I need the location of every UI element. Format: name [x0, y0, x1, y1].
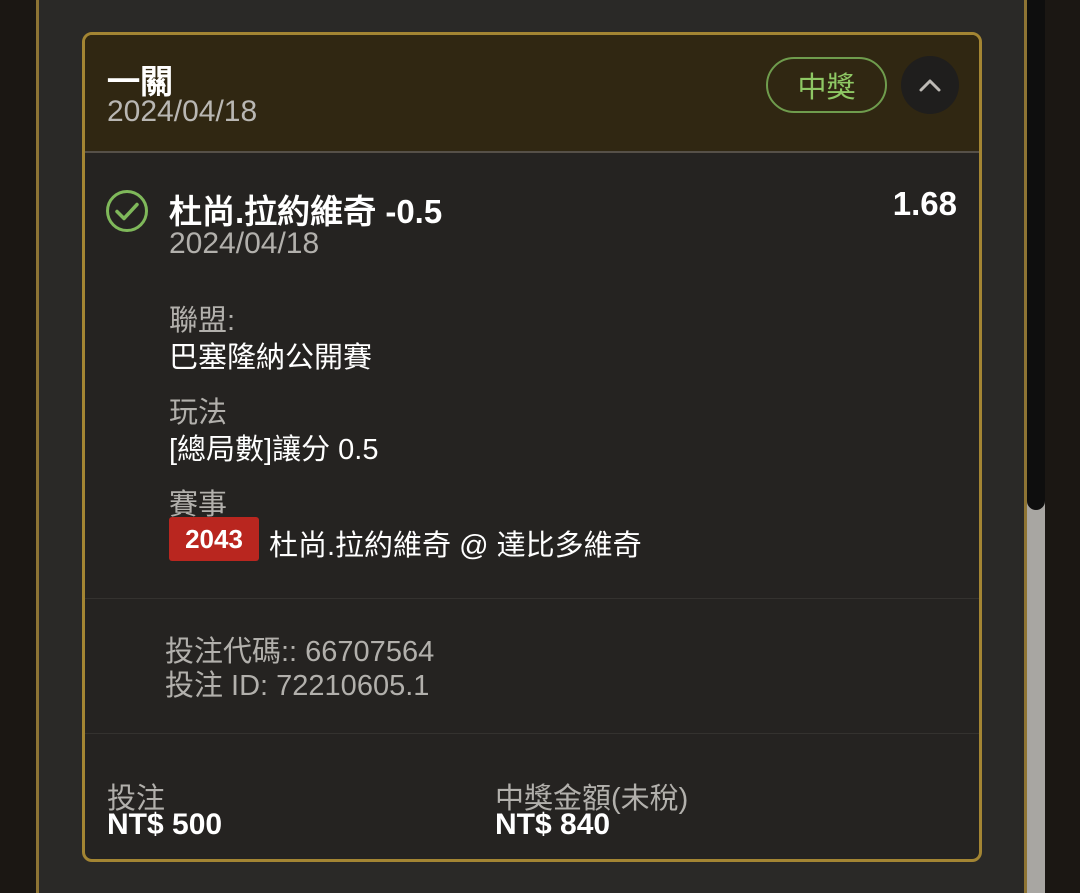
check-circle-icon [106, 190, 148, 232]
selection-name: 杜尚.拉約維奇 -0.5 [169, 193, 443, 230]
divider [85, 733, 979, 734]
collapse-button[interactable] [901, 56, 959, 114]
chevron-up-icon [919, 79, 941, 92]
payout-value: NT$ 840 [495, 808, 611, 841]
league-value: 巴塞隆納公開賽 [169, 342, 373, 374]
scrollbar-thumb[interactable] [1027, 0, 1045, 510]
event-number-badge: 2043 [169, 517, 259, 561]
odds-value: 1.68 [892, 185, 957, 222]
selection-date: 2024/04/18 [169, 227, 320, 260]
event-teams: 杜尚.拉約維奇 @ 達比多維奇 [269, 530, 642, 562]
bet-card: 一關 2024/04/18 中獎 杜尚.拉約維奇 -0.5 2024/04/18… [82, 32, 982, 862]
right-background [1045, 0, 1080, 893]
bet-card-header[interactable]: 一關 2024/04/18 中獎 [85, 35, 979, 153]
bet-date: 2024/04/18 [107, 95, 258, 128]
market-label: 玩法 [169, 397, 228, 429]
market-value: [總局數]讓分 0.5 [169, 434, 379, 466]
status-badge: 中獎 [766, 57, 887, 113]
app-screen: 一關 2024/04/18 中獎 杜尚.拉約維奇 -0.5 2024/04/18… [0, 0, 1080, 893]
bet-id: 投注 ID: 72210605.1 [165, 670, 430, 702]
left-background [0, 0, 37, 893]
league-label: 聯盟: [169, 305, 236, 337]
divider [85, 598, 979, 599]
stake-value: NT$ 500 [107, 808, 223, 841]
